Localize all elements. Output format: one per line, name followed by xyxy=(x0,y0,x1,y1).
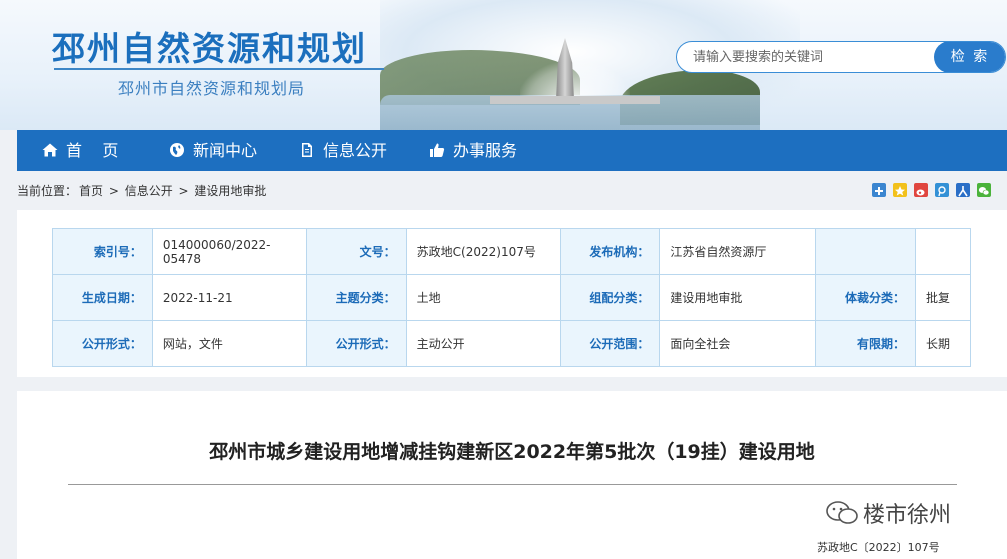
breadcrumb: 当前位置： 首页 > 信息公开 > 建设用地审批 xyxy=(17,182,268,199)
title-divider xyxy=(68,484,957,485)
meta-value: 2022-11-21 xyxy=(151,274,307,321)
meta-value: 土地 xyxy=(405,274,561,321)
watermark: 楼市徐州 xyxy=(825,497,951,529)
nav-label-info-public: 信息公开 xyxy=(323,141,388,160)
search-input[interactable] xyxy=(677,42,935,72)
meta-label: 体裁分类： xyxy=(815,274,917,321)
document-icon xyxy=(299,132,315,157)
meta-value: 014000060/2022-05478 xyxy=(151,228,307,275)
meta-value: 主动公开 xyxy=(405,320,561,367)
meta-value: 江苏省自然资源厅 xyxy=(659,228,817,275)
home-icon xyxy=(42,132,58,157)
header-banner: 邳州自然资源和规划 邳州市自然资源和规划局 检 索 xyxy=(0,0,1007,130)
renren-icon[interactable] xyxy=(956,183,970,197)
meta-row: 生成日期： 2022-11-21 主题分类： 土地 组配分类： 建设用地审批 体… xyxy=(52,274,971,321)
weibo-icon[interactable] xyxy=(914,183,928,197)
watermark-text: 楼市徐州 xyxy=(863,503,952,528)
meta-value: 苏政地C(2022)107号 xyxy=(405,228,561,275)
site-title-underline xyxy=(54,68,384,70)
meta-value: 建设用地审批 xyxy=(659,274,817,321)
meta-label: 公开形式： xyxy=(52,320,153,367)
breadcrumb-separator: > xyxy=(174,184,193,198)
meta-label: 公开范围： xyxy=(559,320,661,367)
qzone-icon[interactable] xyxy=(893,183,907,197)
breadcrumb-info-public[interactable]: 信息公开 xyxy=(125,184,173,198)
plus-share-icon[interactable] xyxy=(872,183,886,197)
search-button[interactable]: 检 索 xyxy=(934,42,1005,72)
meta-label: 发布机构： xyxy=(559,228,661,275)
meta-label: 组配分类： xyxy=(559,274,661,321)
meta-table: 索引号： 014000060/2022-05478 文号： 苏政地C(2022)… xyxy=(52,228,971,367)
nav-item-home[interactable]: 首 页 xyxy=(42,130,118,171)
article-title: 邳州市城乡建设用地增减挂钩建新区2022年第5批次（19挂）建设用地 xyxy=(209,441,815,463)
breadcrumb-home[interactable]: 首页 xyxy=(79,184,103,198)
meta-row: 公开形式： 网站，文件 公开形式： 主动公开 公开范围： 面向全社会 有限期： … xyxy=(52,320,971,367)
main-nav: 首 页 新闻中心 信息公开 办事服务 xyxy=(17,130,1007,171)
meta-label: 生成日期： xyxy=(52,274,153,321)
meta-label: 文号： xyxy=(305,228,407,275)
meta-panel: 索引号： 014000060/2022-05478 文号： 苏政地C(2022)… xyxy=(17,210,1007,377)
meta-value xyxy=(915,228,971,275)
globe-icon xyxy=(169,132,185,157)
wechat-icon[interactable] xyxy=(977,183,991,197)
wechat-watermark-icon xyxy=(825,500,859,526)
banner-deck xyxy=(490,96,660,104)
doc-number: 苏政地C〔2022〕107号 xyxy=(817,541,940,554)
nav-item-info-public[interactable]: 信息公开 xyxy=(299,130,387,171)
search-box: 检 索 xyxy=(676,41,1006,73)
nav-item-services[interactable]: 办事服务 xyxy=(429,130,517,171)
meta-label: 索引号： xyxy=(52,228,153,275)
meta-value: 批复 xyxy=(915,274,971,321)
site-subtitle: 邳州市自然资源和规划局 xyxy=(118,79,306,98)
nav-label-home: 首 页 xyxy=(66,141,119,160)
meta-label: 主题分类： xyxy=(305,274,407,321)
meta-value: 网站，文件 xyxy=(151,320,307,367)
nav-label-services: 办事服务 xyxy=(453,141,518,160)
nav-label-news: 新闻中心 xyxy=(193,141,258,160)
nav-item-news[interactable]: 新闻中心 xyxy=(169,130,257,171)
meta-label: 有限期： xyxy=(815,320,917,367)
breadcrumb-prefix: 当前位置： xyxy=(17,184,78,198)
article-panel: 邳州市城乡建设用地增减挂钩建新区2022年第5批次（19挂）建设用地 楼市徐州 … xyxy=(17,391,1007,559)
meta-value: 长期 xyxy=(915,320,971,367)
breadcrumb-current[interactable]: 建设用地审批 xyxy=(194,184,266,198)
meta-value: 面向全社会 xyxy=(659,320,817,367)
meta-row: 索引号： 014000060/2022-05478 文号： 苏政地C(2022)… xyxy=(52,228,971,275)
breadcrumb-separator: > xyxy=(105,184,123,198)
meta-label xyxy=(815,228,917,275)
thumbs-up-icon xyxy=(429,132,445,157)
site-title: 邳州自然资源和规划 xyxy=(52,29,367,68)
meta-label: 公开形式： xyxy=(305,320,407,367)
tencent-weibo-icon[interactable] xyxy=(935,183,949,197)
